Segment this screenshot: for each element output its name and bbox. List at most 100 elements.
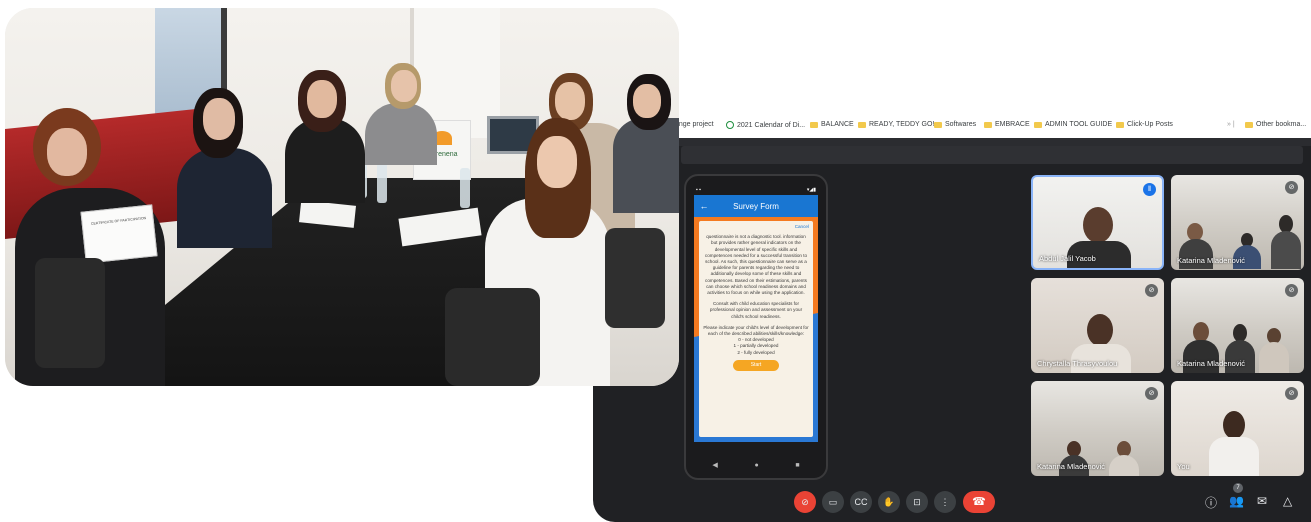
bookmark-item[interactable]: ADMIN TOOL GUIDE [1034, 121, 1112, 128]
camera-button[interactable]: ▭ [822, 491, 844, 513]
mic-off-icon: ⊘ [1285, 387, 1298, 400]
folder-icon [1034, 121, 1042, 128]
person-6-face [633, 84, 661, 118]
person-2-face [203, 98, 235, 140]
browser-strip [593, 138, 1311, 146]
recents-nav-icon[interactable]: ■ [795, 462, 799, 469]
bookmarks-separator: » | [1227, 121, 1235, 128]
present-button[interactable]: ⊡ [906, 491, 928, 513]
collage: ange project 2021 Calendar of Di... BALA… [0, 0, 1311, 522]
start-button[interactable]: Start [733, 359, 779, 371]
speaking-indicator-icon: ⦀ [1143, 183, 1156, 196]
bookmark-item[interactable]: ange project [675, 121, 714, 128]
meeting-top-bar [681, 146, 1303, 164]
folder-icon [984, 121, 992, 128]
office-chair [605, 228, 665, 328]
certificate-text: CERTIFICATE OF PARTICIPATION [90, 216, 147, 226]
bookmark-label: 2021 Calendar of Di... [737, 121, 806, 129]
activities-icon[interactable]: △ [1283, 494, 1292, 508]
participant-tile[interactable]: ⊘ Chrystalla Thrasyvoulou [1031, 278, 1164, 373]
bookmark-label: Click-Up Posts [1127, 121, 1173, 128]
phone-time: ▪ ▪ [696, 187, 701, 193]
water-bottle [377, 163, 387, 203]
bookmark-item[interactable]: Softwares [934, 121, 976, 128]
end-call-button[interactable]: ☎ [963, 491, 995, 513]
participant-name: You [1177, 462, 1190, 471]
bookmarks-bar: ange project 2021 Calendar of Di... BALA… [593, 108, 1311, 138]
person-6-body [613, 118, 679, 213]
mic-off-icon: ⊘ [1285, 284, 1298, 297]
bookmark-label: EMBRACE [995, 121, 1030, 128]
bookmark-item[interactable]: 2021 Calendar of Di... [726, 121, 805, 129]
person-2-body [177, 148, 272, 248]
participant-name: Katarina Mladenović [1177, 359, 1245, 368]
bookmark-label: ADMIN TOOL GUIDE [1045, 121, 1113, 128]
folder-icon [1245, 121, 1253, 128]
battery-icon: ▾◢▮ [806, 187, 816, 193]
participant-name: Chrystalla Thrasyvoulou [1037, 359, 1118, 368]
info-icon[interactable]: ⓘ [1205, 494, 1217, 511]
bookmark-label: READY, TEDDY GO! [869, 121, 935, 128]
bookmark-label: Softwares [945, 121, 977, 128]
folder-icon [810, 121, 818, 128]
participant-tile[interactable]: ⊘ Katarina Mladenović [1171, 175, 1304, 270]
folder-icon [858, 121, 866, 128]
participant-name: Katarina Mladenović [1177, 256, 1245, 265]
raise-hand-button[interactable]: ✋ [878, 491, 900, 513]
more-options-button[interactable]: ⋮ [934, 491, 956, 513]
certificate: CERTIFICATE OF PARTICIPATION [80, 204, 158, 264]
meeting-controls: ⊘ ▭ CC ✋ ⊡ ⋮ ☎ ⓘ 👥 7 ✉ △ [593, 483, 1311, 522]
bookmark-item[interactable]: READY, TEDDY GO! [858, 121, 934, 128]
bookmark-item[interactable]: Click-Up Posts [1116, 121, 1173, 128]
video-meeting-screenshot: ange project 2021 Calendar of Di... BALA… [593, 108, 1311, 522]
office-chair [445, 288, 540, 386]
water-bottle [460, 168, 470, 208]
people-icon[interactable]: 👥 [1229, 494, 1244, 508]
person-1-face [47, 128, 87, 176]
participant-tile[interactable]: ⊘ Katarina Mladenović [1031, 381, 1164, 476]
phone-status-bar: ▪ ▪ ▾◢▮ [696, 187, 816, 195]
participant-tile[interactable]: ⦀ Abdul Jalil Yacob [1031, 175, 1164, 270]
person-4-body [365, 103, 437, 165]
cancel-link[interactable]: Cancel [703, 224, 809, 230]
bookmark-label: ange project [675, 121, 714, 128]
folder-icon [1116, 121, 1124, 128]
mic-off-icon: ⊘ [1145, 284, 1158, 297]
bookmark-item[interactable]: BALANCE [810, 121, 854, 128]
person-7-face [537, 136, 577, 188]
captions-button[interactable]: CC [850, 491, 872, 513]
participant-name: Katarina Mladenović [1037, 462, 1105, 471]
bookmark-label: BALANCE [821, 121, 854, 128]
person-4-face [391, 70, 417, 102]
survey-paragraph: questionnaire is not a diagnostic tool. … [704, 234, 808, 296]
mic-off-icon: ⊘ [1285, 181, 1298, 194]
phone-nav-bar: ◀ ● ■ [694, 458, 818, 472]
app-title: Survey Form [733, 201, 779, 211]
meeting-room-photo: serenena CERTIFICATE OF PARTICIPATION [5, 8, 679, 386]
bookmark-item[interactable]: EMBRACE [984, 121, 1030, 128]
person-3-face [307, 80, 337, 118]
people-count-badge: 7 [1233, 483, 1243, 493]
back-nav-icon[interactable]: ◀ [712, 461, 717, 469]
survey-card: Cancel questionnaire is not a diagnostic… [699, 221, 813, 437]
survey-paragraph: Please indicate your child's level of de… [703, 324, 809, 337]
bookmark-label: Other bookma... [1256, 121, 1307, 128]
chat-icon[interactable]: ✉ [1257, 494, 1267, 508]
folder-icon [934, 121, 942, 128]
survey-screen: Cancel questionnaire is not a diagnostic… [694, 217, 818, 442]
survey-paragraph: Consult with child education specialists… [709, 301, 803, 319]
arrow-left-icon[interactable]: ← [694, 201, 714, 211]
home-nav-icon[interactable]: ● [754, 462, 758, 469]
mic-off-icon: ⊘ [1145, 387, 1158, 400]
shared-phone-screen: ▪ ▪ ▾◢▮ ← Survey Form Cancel questionnair… [684, 174, 828, 480]
calendar-icon [726, 121, 734, 129]
person-5-face [555, 82, 585, 120]
office-chair [35, 258, 105, 368]
participant-tile[interactable]: ⊘ Katarina Mladenović [1171, 278, 1304, 373]
mic-off-button[interactable]: ⊘ [794, 491, 816, 513]
scale-item: 2 - fully developed [737, 349, 775, 355]
app-bar: ← Survey Form [694, 195, 818, 217]
bookmark-item[interactable]: Other bookma... [1245, 121, 1306, 128]
participant-tile[interactable]: ⊘ You [1171, 381, 1304, 476]
participant-name: Abdul Jalil Yacob [1039, 254, 1096, 263]
